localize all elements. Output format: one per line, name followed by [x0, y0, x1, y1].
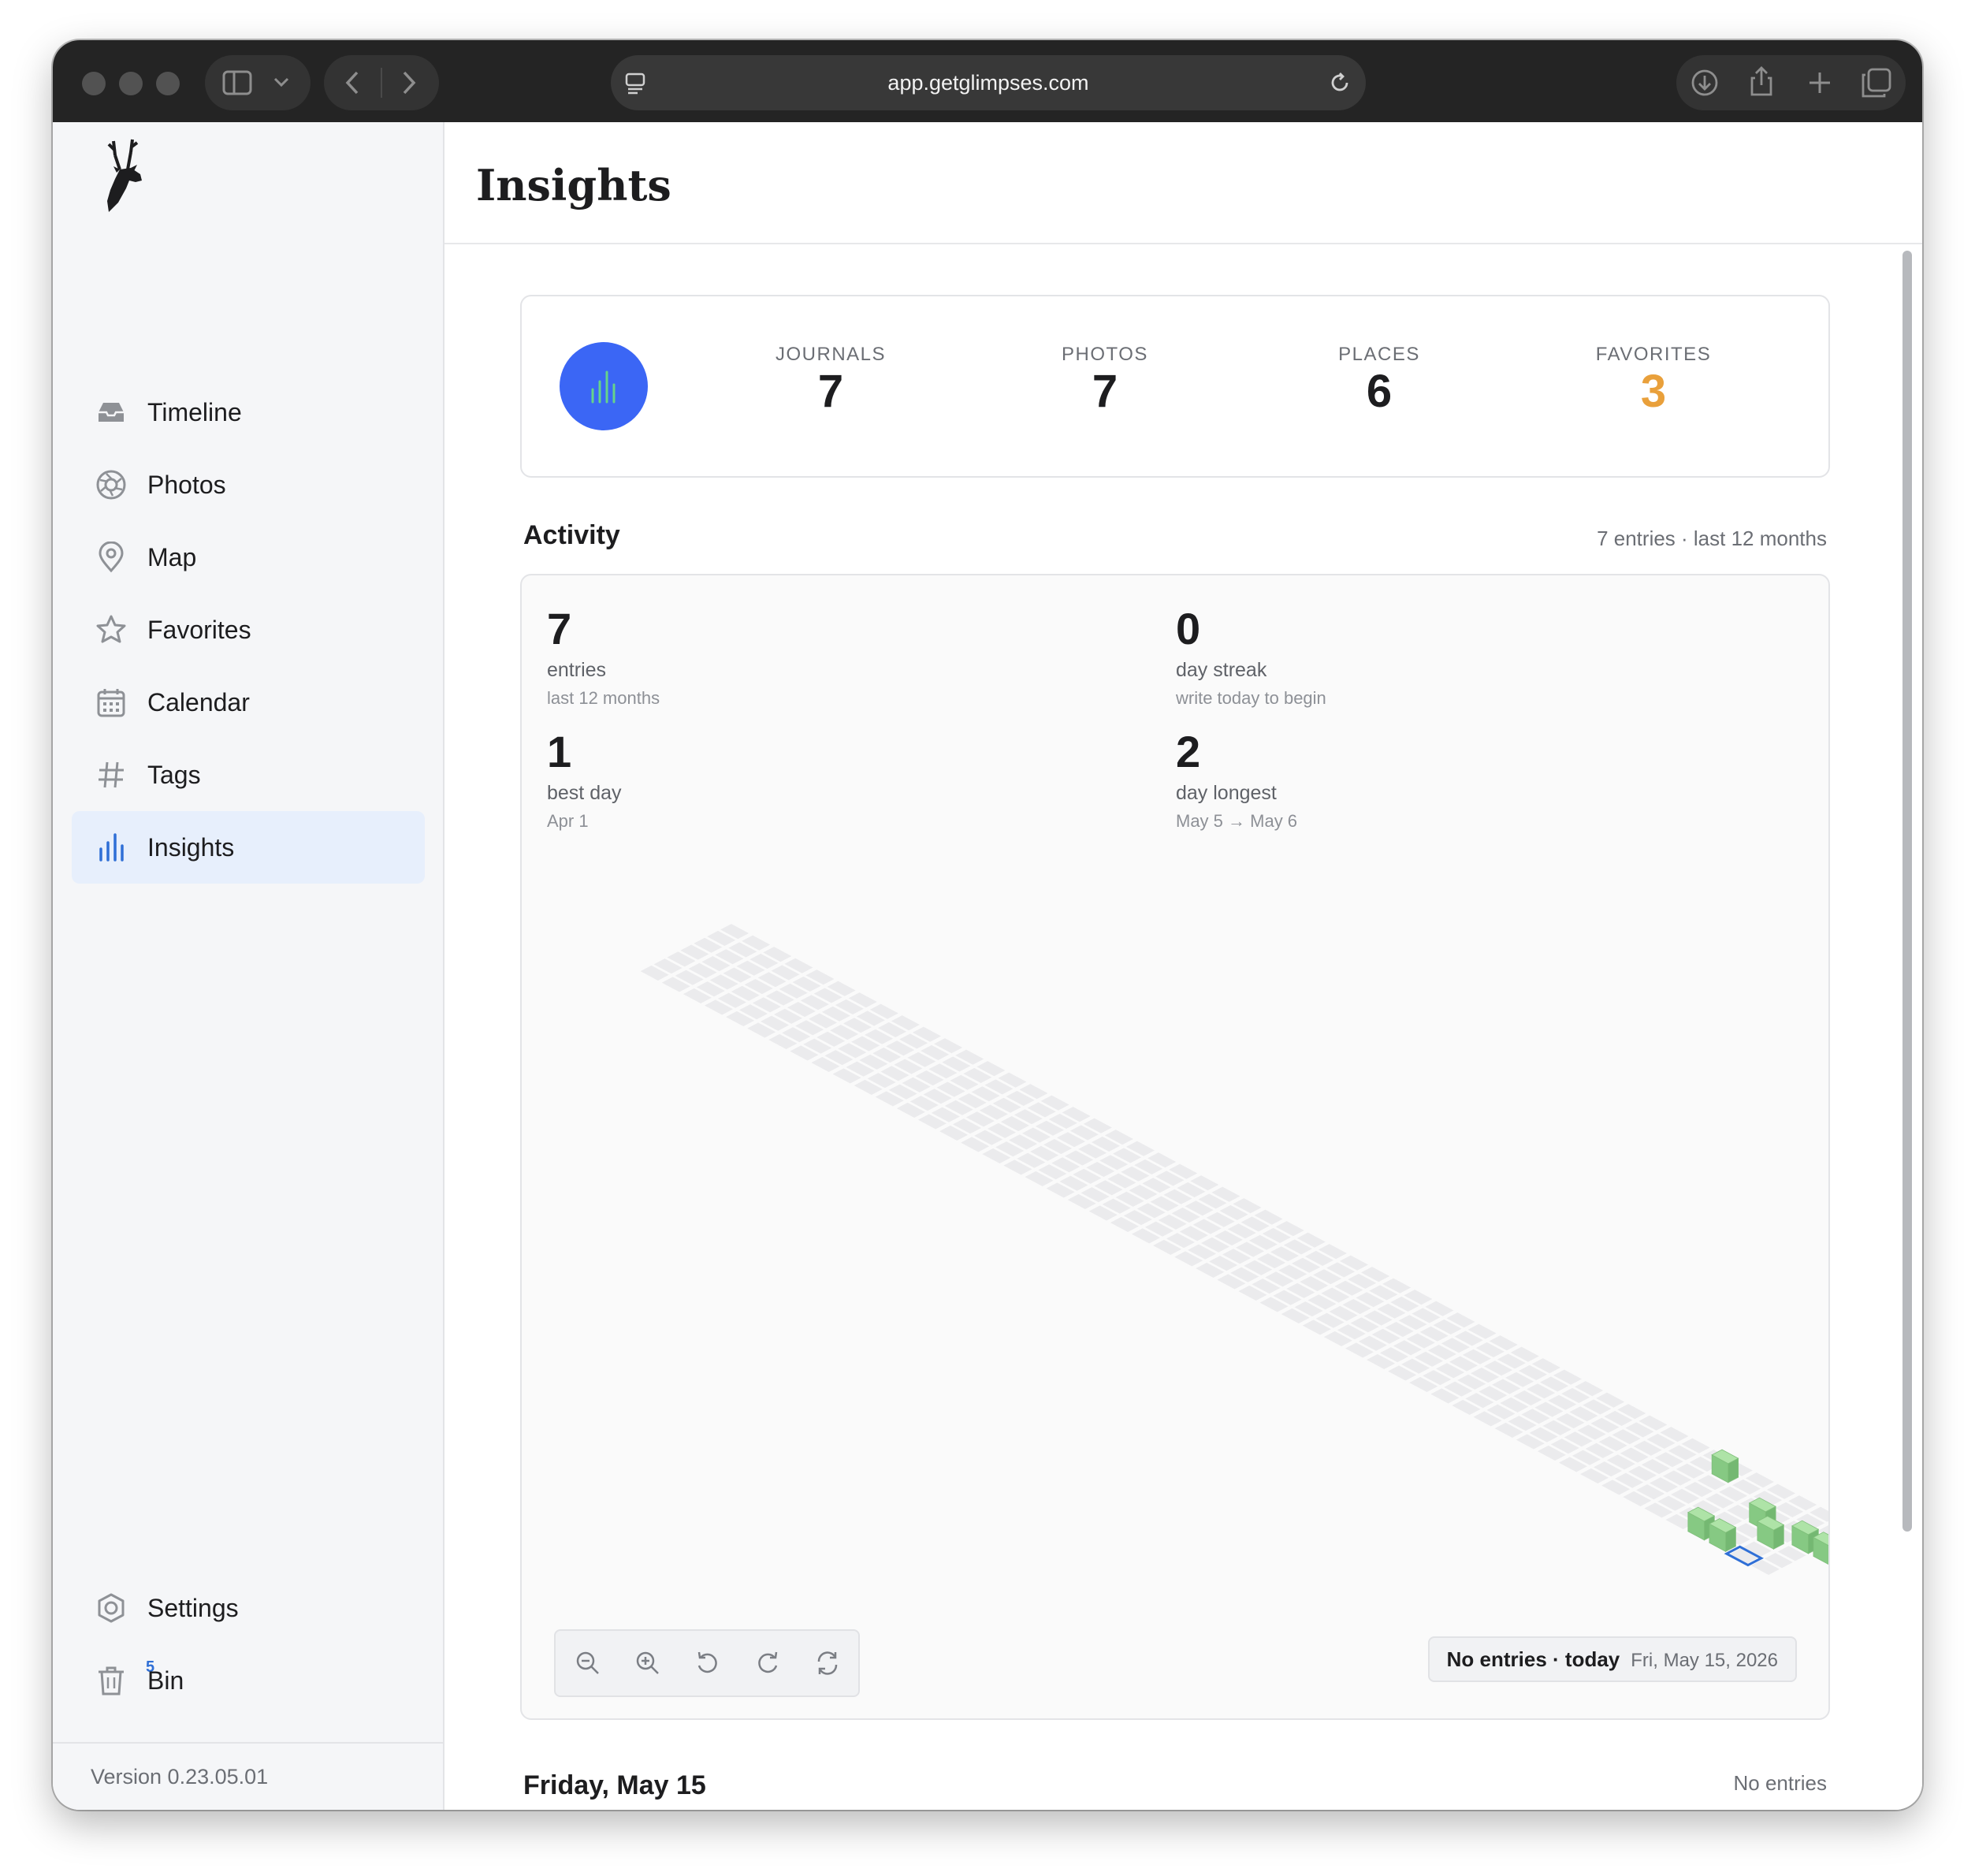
activity-meta: 7 entries · last 12 months	[1597, 527, 1827, 550]
day-section-meta: No entries	[1733, 1771, 1828, 1795]
stat-favorites: FAVORITES 3	[1535, 344, 1772, 415]
sidebar-item-label: Insights	[147, 833, 235, 862]
tab-overview-icon[interactable]	[1861, 67, 1892, 99]
downloads-icon[interactable]	[1690, 69, 1719, 97]
back-icon[interactable]	[343, 70, 362, 95]
address-bar[interactable]: app.getglimpses.com	[611, 55, 1366, 110]
sidebar-item-label: Bin	[147, 1666, 184, 1695]
sidebar-item-settings[interactable]: Settings	[72, 1572, 425, 1644]
entry-cube[interactable]	[1813, 1532, 1828, 1565]
sidebar-item-insights[interactable]: Insights	[72, 811, 425, 884]
stat-journals: JOURNALS 7	[712, 344, 949, 415]
sidebar-item-photos[interactable]: Photos	[72, 449, 425, 521]
sidebar-item-label: Tags	[147, 761, 201, 789]
hash-icon	[99, 761, 124, 788]
bar-chart-icon	[99, 833, 124, 862]
trash-icon	[99, 1666, 124, 1695]
sidebar-item-label: Timeline	[147, 398, 242, 426]
version-footer: Version 0.23.05.01	[53, 1742, 443, 1810]
chevron-down-icon[interactable]	[273, 76, 290, 88]
stat-places: PLACES 6	[1261, 344, 1497, 415]
stat-label: JOURNALS	[775, 344, 887, 365]
minimize-window-button[interactable]	[119, 72, 143, 95]
share-icon[interactable]	[1747, 65, 1776, 97]
sidebar-item-calendar[interactable]: Calendar	[72, 666, 425, 739]
entry-cube[interactable]	[1711, 1449, 1739, 1483]
stat-value: 7	[817, 366, 844, 417]
day-section-title: Friday, May 15	[523, 1770, 706, 1800]
stat-label: PLACES	[1338, 344, 1420, 365]
selected-day-status: No entries · today Fri, May 15, 2026	[1427, 1636, 1797, 1682]
page-header: Insights	[444, 122, 1922, 244]
sidebar-item-timeline[interactable]: Timeline	[72, 376, 425, 449]
zoom-in-icon[interactable]	[633, 1648, 663, 1678]
sidebar-item-bin[interactable]: 5 Bin	[72, 1644, 425, 1717]
stat-value: 7	[1092, 366, 1118, 417]
url-text: app.getglimpses.com	[887, 71, 1089, 95]
reload-icon[interactable]	[1328, 71, 1352, 95]
close-window-button[interactable]	[82, 72, 106, 95]
page-title: Insights	[476, 160, 671, 210]
map-pin-icon	[99, 542, 124, 573]
sidebar-item-map[interactable]: Map	[72, 521, 425, 594]
sidebar-toggle-icon[interactable]	[222, 69, 254, 96]
sidebar-item-label: Favorites	[147, 616, 251, 644]
bar-chart-icon	[591, 370, 616, 404]
nav-divider	[381, 68, 382, 98]
gear-icon	[98, 1593, 125, 1623]
stat-label: PHOTOS	[1062, 344, 1148, 365]
zoom-window-button[interactable]	[156, 72, 180, 95]
calendar-icon	[97, 689, 125, 717]
main-content: Insights JOURNALS 7 PHOTOS 7 PLACES 6 FA…	[444, 122, 1922, 1810]
sidebar-item-label: Settings	[147, 1594, 239, 1622]
scrollbar[interactable]	[1902, 251, 1912, 1532]
browser-titlebar: app.getglimpses.com	[53, 40, 1922, 122]
deer-logo	[107, 139, 142, 212]
sidebar-item-tags[interactable]: Tags	[72, 739, 425, 811]
history-nav-group	[324, 55, 439, 110]
activity-card: 7 entries last 12 months 0 day streak wr…	[520, 574, 1830, 1720]
isometric-activity-grid[interactable]	[522, 575, 1828, 1718]
inbox-icon	[99, 403, 124, 422]
sidebar-item-label: Map	[147, 543, 197, 571]
view-controls	[554, 1629, 860, 1697]
sidebar-item-favorites[interactable]: Favorites	[72, 594, 425, 666]
insights-badge	[560, 342, 648, 430]
status-main: No entries · today	[1446, 1647, 1620, 1671]
browser-window: app.getglimpses.com Timeline Photos Map …	[53, 40, 1922, 1810]
zoom-out-icon[interactable]	[573, 1648, 603, 1678]
sidebar-item-label: Calendar	[147, 688, 250, 717]
sidebar-item-label: Photos	[147, 471, 226, 499]
stats-card: JOURNALS 7 PHOTOS 7 PLACES 6 FAVORITES 3	[520, 295, 1830, 478]
stat-value: 3	[1640, 366, 1667, 417]
status-date: Fri, May 15, 2026	[1631, 1650, 1778, 1671]
new-tab-icon[interactable]	[1806, 69, 1834, 97]
stat-label: FAVORITES	[1595, 344, 1712, 365]
rotate-right-icon[interactable]	[753, 1648, 783, 1678]
grid-tiles	[640, 924, 1828, 1576]
activity-title: Activity	[523, 520, 620, 550]
version-text: Version 0.23.05.01	[91, 1765, 269, 1789]
aperture-icon	[96, 470, 126, 500]
stat-photos: PHOTOS 7	[987, 344, 1223, 415]
toolbar-actions	[1676, 55, 1906, 110]
forward-icon[interactable]	[400, 70, 418, 95]
sidebar-toggle-group	[205, 55, 311, 110]
sidebar: Timeline Photos Map Favorites Calendar T…	[53, 122, 444, 1810]
stat-value: 6	[1366, 366, 1393, 417]
star-icon	[96, 615, 126, 643]
rotate-left-icon[interactable]	[693, 1648, 723, 1678]
reset-view-icon[interactable]	[813, 1648, 842, 1678]
